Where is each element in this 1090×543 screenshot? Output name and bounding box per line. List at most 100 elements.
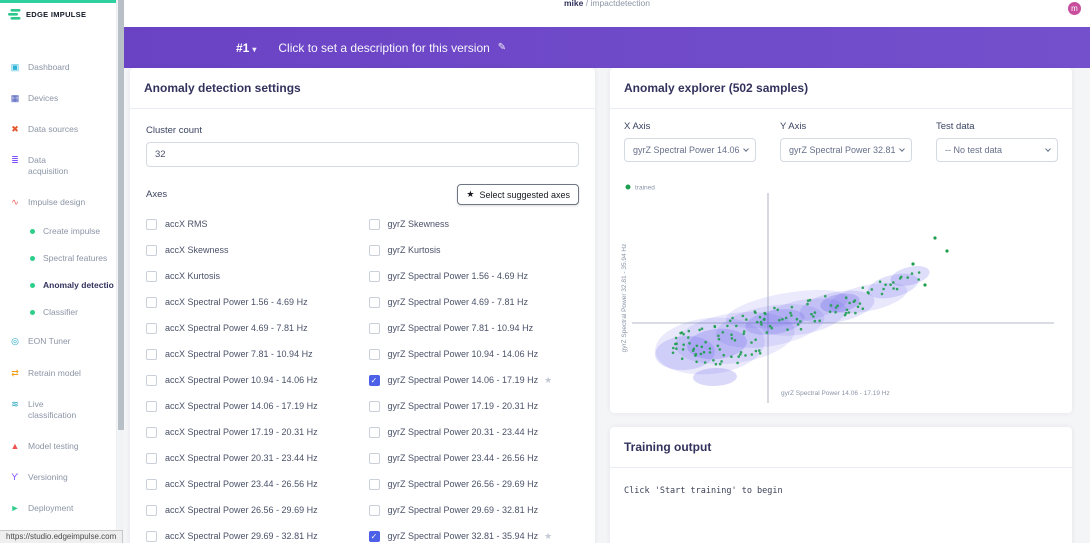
sidebar-item-devices[interactable]: ▦Devices: [0, 83, 116, 114]
sidebar-item-classifier[interactable]: Classifier: [0, 299, 116, 326]
sidebar-item-create-impulse[interactable]: Create impulse: [0, 218, 116, 245]
explorer-card-title: Anomaly explorer (502 samples): [610, 68, 1072, 109]
trained-point: [682, 343, 685, 346]
sidebar-item-impulse-design[interactable]: ∿Impulse design: [0, 187, 116, 218]
axis-row[interactable]: ✓gyrZ Spectral Power 32.81 - 35.94 Hz★: [369, 523, 580, 543]
sidebar-item-retrain-model[interactable]: ⇄Retrain model: [0, 358, 116, 389]
axis-checkbox[interactable]: ✓: [146, 531, 157, 542]
axis-row[interactable]: ✓gyrZ Spectral Power 29.69 - 32.81 Hz: [369, 497, 580, 523]
axis-checkbox[interactable]: ✓: [369, 375, 380, 386]
axis-checkbox[interactable]: ✓: [146, 245, 157, 256]
axis-row[interactable]: ✓ gyrZ Spectral Power 7.81 - 10.94 Hz: [369, 315, 580, 341]
axis-row[interactable]: ✓accX Kurtosis: [146, 263, 357, 289]
trained-point: [892, 281, 895, 284]
axis-checkbox[interactable]: ✓: [146, 349, 157, 360]
axis-row[interactable]: ✓gyrZ Skewness: [369, 211, 580, 237]
axis-row[interactable]: ✓accX Spectral Power 14.06 - 17.19 Hz: [146, 393, 357, 419]
axis-row[interactable]: ✓accX Spectral Power 17.19 - 20.31 Hz: [146, 419, 357, 445]
axis-checkbox[interactable]: ✓: [369, 531, 380, 542]
legend-dot-icon: [626, 185, 631, 190]
select-suggested-axes-button[interactable]: ★ Select suggested axes: [457, 184, 579, 205]
axis-row[interactable]: ✓accX Spectral Power 4.69 - 7.81 Hz: [146, 315, 357, 341]
axis-checkbox[interactable]: ✓: [146, 375, 157, 386]
sidebar-item-model-testing[interactable]: ▲Model testing: [0, 431, 116, 462]
axis-checkbox[interactable]: ✓: [146, 297, 157, 308]
breadcrumb-user[interactable]: mike: [564, 0, 583, 8]
trained-point: [737, 355, 740, 358]
cluster-count-input[interactable]: [146, 142, 579, 167]
axis-row[interactable]: ✓ gyrZ Spectral Power 10.94 - 14.06 Hz: [369, 341, 580, 367]
trained-point: [756, 321, 759, 324]
axis-row[interactable]: ✓gyrZ Kurtosis: [369, 237, 580, 263]
sidebar-item-anomaly-detection[interactable]: Anomaly detection: [0, 272, 116, 299]
axis-checkbox[interactable]: ✓: [369, 323, 380, 334]
axis-label: gyrZ Spectral Power 10.94 - 14.06 Hz: [388, 349, 539, 359]
sidebar-item-data-sources[interactable]: ✖Data sources: [0, 114, 116, 145]
test-data-select[interactable]: -- No test data: [936, 138, 1058, 162]
axis-row[interactable]: ✓gyrZ Spectral Power 14.06 - 17.19 Hz★: [369, 367, 580, 393]
data-acquisition-icon: ≣: [9, 155, 21, 166]
axis-checkbox[interactable]: ✓: [146, 479, 157, 490]
sidebar-item-dashboard[interactable]: ▣Dashboard: [0, 52, 116, 83]
axis-row[interactable]: ✓gyrZ Spectral Power 17.19 - 20.31 Hz: [369, 393, 580, 419]
axis-row[interactable]: ✓gyrZ Spectral Power 20.31 - 23.44 Hz: [369, 419, 580, 445]
axis-row[interactable]: ✓gyrZ Spectral Power 1.56 - 4.69 Hz: [369, 263, 580, 289]
axis-checkbox[interactable]: ✓: [146, 453, 157, 464]
version-selector[interactable]: #1▾: [236, 41, 256, 55]
axis-label: gyrZ Spectral Power 7.81 - 10.94 Hz: [388, 323, 534, 333]
axis-label: gyrZ Spectral Power 4.69 - 7.81 Hz: [388, 297, 529, 307]
axis-checkbox[interactable]: ✓: [369, 245, 380, 256]
axis-row[interactable]: ✓accX RMS: [146, 211, 357, 237]
axis-row[interactable]: ✓accX Spectral Power 10.94 - 14.06 Hz: [146, 367, 357, 393]
axis-checkbox[interactable]: ✓: [369, 219, 380, 230]
x-axis-select[interactable]: gyrZ Spectral Power 14.06: [624, 138, 756, 162]
axis-row[interactable]: ✓accX Spectral Power 20.31 - 23.44 Hz: [146, 445, 357, 471]
version-description[interactable]: Click to set a description for this vers…: [278, 41, 489, 55]
axis-checkbox[interactable]: ✓: [369, 427, 380, 438]
edit-icon[interactable]: ✎: [498, 42, 506, 53]
sidebar-item-deployment[interactable]: ►Deployment: [0, 493, 116, 524]
sidebar-item-versioning[interactable]: ϒVersioning: [0, 462, 116, 493]
trained-point: [848, 302, 851, 305]
axis-row[interactable]: ✓accX Spectral Power 26.56 - 29.69 Hz: [146, 497, 357, 523]
axis-checkbox[interactable]: ✓: [146, 219, 157, 230]
axis-checkbox[interactable]: ✓: [369, 401, 380, 412]
axis-row[interactable]: ✓accX Spectral Power 7.81 - 10.94 Hz: [146, 341, 357, 367]
axis-row[interactable]: ✓accX Skewness: [146, 237, 357, 263]
axis-row[interactable]: ✓gyrZ Spectral Power 26.56 - 29.69 Hz: [369, 471, 580, 497]
sidebar-item-eon-tuner[interactable]: ◎EON Tuner: [0, 326, 116, 357]
trained-point: [763, 318, 766, 321]
suggest-button-label: Select suggested axes: [479, 190, 570, 200]
axis-row[interactable]: ✓gyrZ Spectral Power 23.44 - 26.56 Hz: [369, 445, 580, 471]
axis-checkbox[interactable]: ✓: [146, 401, 157, 412]
axis-checkbox[interactable]: ✓: [146, 427, 157, 438]
sidebar-item-data-acquisition[interactable]: ≣ Data acquisition: [0, 145, 116, 187]
axis-checkbox[interactable]: ✓: [369, 453, 380, 464]
axis-checkbox[interactable]: ✓: [369, 349, 380, 360]
breadcrumb-project[interactable]: impactdetection: [590, 0, 650, 8]
anomaly-chart[interactable]: trainedgyrZ Spectral Power 32.81 - 35.94…: [618, 173, 1058, 411]
y-axis-select[interactable]: gyrZ Spectral Power 32.81: [780, 138, 912, 162]
sidebar-item-label: Anomaly detection: [43, 280, 114, 291]
axis-row[interactable]: ✓accX Spectral Power 23.44 - 26.56 Hz: [146, 471, 357, 497]
trained-point: [854, 299, 857, 302]
axis-checkbox[interactable]: ✓: [146, 323, 157, 334]
sidebar-item-spectral-features[interactable]: Spectral features: [0, 245, 116, 272]
logo[interactable]: EDGE IMPULSE: [0, 3, 116, 24]
axis-row[interactable]: ✓accX Spectral Power 29.69 - 32.81 Hz: [146, 523, 357, 543]
trained-point: [848, 311, 851, 314]
trained-point: [835, 306, 838, 309]
axis-checkbox[interactable]: ✓: [146, 505, 157, 516]
trained-point: [719, 363, 722, 366]
sidebar-item-live-classification[interactable]: ≋Live classification: [0, 389, 116, 431]
axis-checkbox[interactable]: ✓: [369, 271, 380, 282]
axis-checkbox[interactable]: ✓: [146, 271, 157, 282]
axis-checkbox[interactable]: ✓: [369, 479, 380, 490]
axis-row[interactable]: ✓ gyrZ Spectral Power 4.69 - 7.81 Hz: [369, 289, 580, 315]
axis-checkbox[interactable]: ✓: [369, 297, 380, 308]
axis-checkbox[interactable]: ✓: [369, 505, 380, 516]
sidebar-item-label: Data acquisition: [28, 155, 86, 177]
axis-row[interactable]: ✓accX Spectral Power 1.56 - 4.69 Hz: [146, 289, 357, 315]
avatar[interactable]: m: [1068, 2, 1081, 15]
trained-point: [830, 304, 833, 307]
